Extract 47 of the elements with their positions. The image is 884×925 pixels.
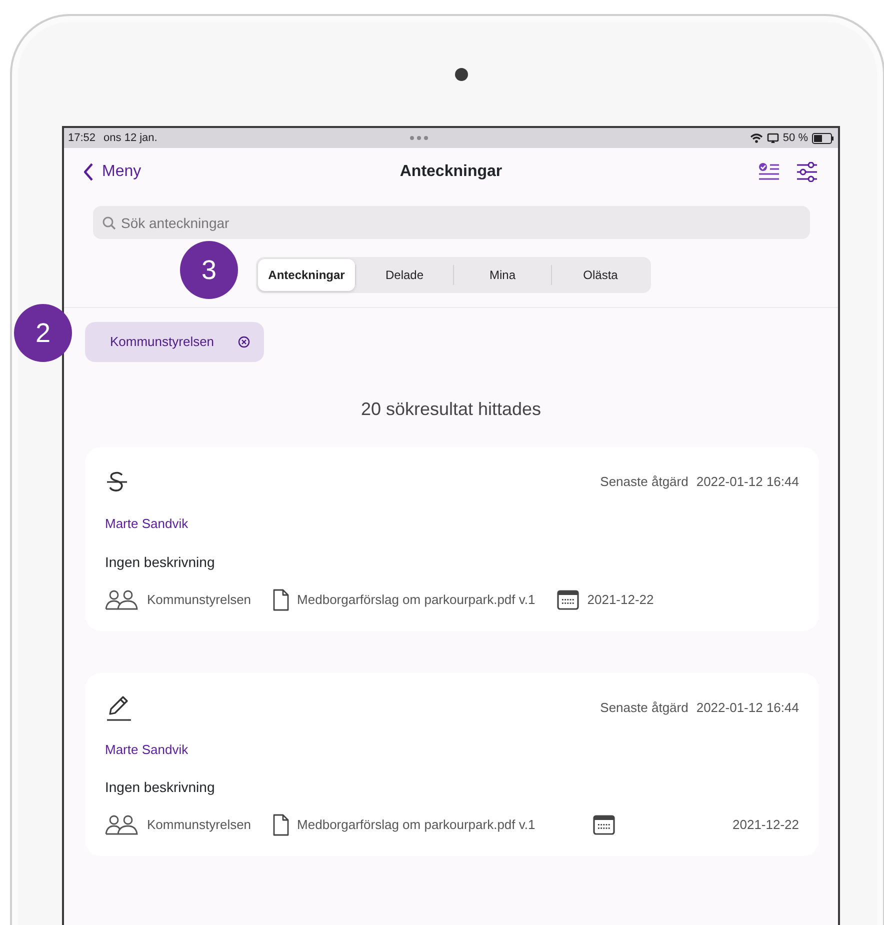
people-icon [105, 590, 139, 610]
clear-icon[interactable] [238, 336, 250, 348]
screen-mirroring-icon [766, 133, 779, 143]
document-name: Medborgarförslag om parkourpark.pdf v.1 [297, 590, 536, 609]
note-date: 2021-12-22 [732, 816, 799, 834]
last-action-time: 2022-01-12 16:44 [696, 698, 799, 717]
back-link[interactable]: Meny [84, 160, 142, 184]
search-field[interactable]: Sök anteckningar [93, 206, 810, 239]
status-date: ons 12 jan. [104, 130, 158, 146]
author-name: Marte Sandvik [105, 740, 190, 758]
note-card[interactable]: Senaste åtgärd 2022-01-12 16:44 Marte Sandvik Ingen beskrivning Kommunstyrelsen Medborgarförslag om parkourpark.pdf v.1 2021-12-22 [85, 447, 819, 630]
pencil-icon [105, 694, 133, 722]
sliders-icon[interactable] [796, 162, 818, 182]
author-name: Marte Sandvik [105, 515, 190, 533]
status-time: 17:52 [68, 130, 96, 146]
last-action-label: Senaste åtgärd [600, 473, 688, 492]
people-icon [105, 815, 139, 835]
wifi-icon [750, 133, 763, 143]
chevron-left-icon [84, 163, 94, 181]
calendar-icon [557, 590, 580, 610]
note-date: 2021-12-22 [587, 590, 654, 609]
camera-icon [455, 68, 468, 81]
battery-icon [812, 132, 834, 144]
segment-tab[interactable]: Delade [356, 259, 453, 291]
search-icon [102, 216, 116, 230]
note-description: Ingen beskrivning [105, 552, 216, 572]
last-action-label: Senaste åtgärd [600, 698, 688, 717]
step-number-badge: 3 [180, 241, 238, 299]
note-card[interactable]: Senaste åtgärd 2022-01-12 16:44 Marte Sandvik Ingen beskrivning Kommunstyrelsen Medborgarförslag om parkourpark.pdf v.1 2021-12-22 [85, 672, 819, 856]
checklist-icon[interactable] [758, 162, 780, 182]
filter-chip[interactable]: Kommunstyrelsen [85, 322, 264, 362]
group-name: Kommunstyrelsen [147, 590, 252, 609]
document-icon [273, 588, 290, 610]
last-action-time: 2022-01-12 16:44 [696, 473, 799, 492]
calendar-icon [593, 815, 616, 835]
document-name: Medborgarförslag om parkourpark.pdf v.1 [297, 816, 536, 834]
result-count: 20 sökresultat hittades [360, 398, 542, 421]
segment-tab[interactable]: Mina [454, 259, 551, 291]
note-description: Ingen beskrivning [105, 778, 216, 797]
battery-percent: 50 % [782, 130, 808, 146]
strikethrough-icon [105, 470, 129, 494]
segment-tab[interactable]: Olästa [552, 259, 649, 291]
multitask-dots-icon [409, 135, 430, 141]
segment-tab[interactable]: Anteckningar [258, 259, 355, 291]
document-icon [273, 814, 290, 836]
nav-title: Anteckningar [400, 162, 502, 182]
group-name: Kommunstyrelsen [147, 816, 252, 834]
